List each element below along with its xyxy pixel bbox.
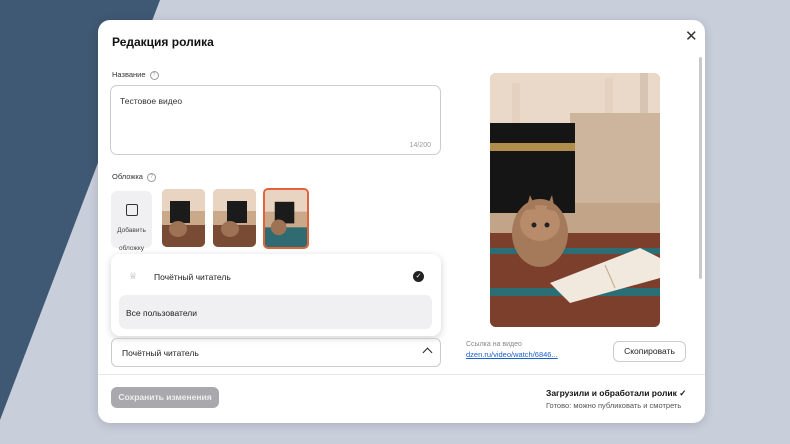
help-icon[interactable]: ? (146, 172, 156, 182)
scrollbar[interactable] (699, 57, 702, 279)
close-icon[interactable]: ✕ (685, 27, 698, 45)
cover-label: Обложка? (112, 172, 156, 182)
video-preview (490, 73, 660, 327)
crown-icon: ♕ (129, 271, 138, 281)
option-honored-reader[interactable]: ♕ Почётный читатель ✓ (111, 264, 441, 290)
add-cover-label: Добавить обложку (117, 227, 146, 252)
char-counter: 14/200 (409, 142, 431, 149)
status-title: Загрузили и обработали ролик ✓ (546, 388, 687, 398)
video-preview-image (490, 73, 660, 327)
thumbnail-image (265, 190, 307, 247)
video-link[interactable]: dzen.ru/video/watch/6846... (466, 350, 558, 359)
image-icon (125, 204, 138, 216)
visibility-select[interactable]: Почётный читатель (111, 338, 441, 367)
modal-title: Редакция ролика (112, 35, 214, 49)
check-icon: ✓ (413, 271, 424, 282)
save-button[interactable]: Сохранить изменения (111, 387, 219, 408)
option-all-users[interactable]: Все пользователи (119, 295, 432, 329)
status-subtitle: Готово: можно публиковать и смотреть (546, 401, 682, 410)
copy-button[interactable]: Скопировать (613, 341, 686, 362)
name-value: Тестовое видео (120, 96, 183, 106)
cover-thumbnail[interactable] (162, 189, 205, 247)
thumbnail-image (162, 189, 205, 247)
name-textarea[interactable]: Тестовое видео 14/200 (110, 85, 441, 155)
option-label: Почётный читатель (154, 272, 231, 282)
thumbnail-image (213, 189, 256, 247)
option-label: Все пользователи (126, 308, 197, 318)
footer-divider (98, 374, 705, 375)
cover-thumbnail[interactable] (213, 189, 256, 247)
cover-thumbnail-selected[interactable] (263, 188, 309, 249)
select-value: Почётный читатель (122, 348, 199, 358)
name-label: Название? (112, 70, 159, 80)
chevron-up-icon (422, 347, 433, 358)
visibility-dropdown-menu: ♕ Почётный читатель ✓ Все пользователи (111, 254, 441, 336)
link-label: Ссылка на видео (466, 341, 522, 348)
help-icon[interactable]: ? (149, 70, 159, 80)
add-cover-button[interactable]: Добавить обложку (111, 191, 152, 252)
edit-video-modal: Редакция ролика ✕ Название? Тестовое вид… (98, 20, 705, 423)
